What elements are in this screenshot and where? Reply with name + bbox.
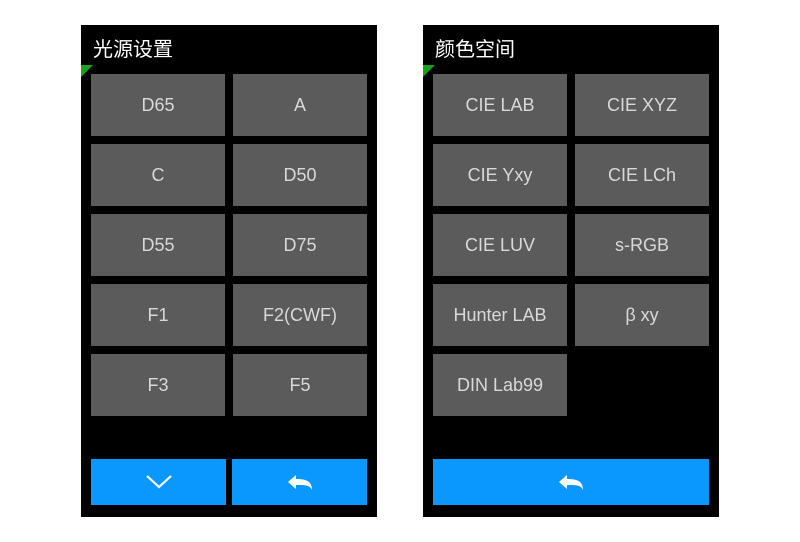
light-source-footer (81, 459, 377, 517)
panel-title: 颜色空间 (423, 25, 719, 68)
light-source-options-grid: D65 A C D50 D55 D75 F1 F2(CWF) F3 F5 (81, 68, 377, 459)
light-source-panel: 光源设置 D65 A C D50 D55 D75 F1 F2(CWF) F3 F… (81, 25, 377, 517)
option-d55[interactable]: D55 (91, 214, 225, 276)
active-corner-mark (81, 65, 93, 77)
option-cie-luv[interactable]: CIE LUV (433, 214, 567, 276)
back-arrow-icon (556, 472, 586, 492)
option-din-lab99[interactable]: DIN Lab99 (433, 354, 567, 416)
option-d75[interactable]: D75 (233, 214, 367, 276)
option-cie-yxy[interactable]: CIE Yxy (433, 144, 567, 206)
color-space-footer (423, 459, 719, 517)
chevron-down-icon (145, 474, 173, 490)
active-corner-mark (423, 65, 435, 77)
option-f3[interactable]: F3 (91, 354, 225, 416)
page-down-button[interactable] (91, 459, 226, 505)
option-d50[interactable]: D50 (233, 144, 367, 206)
option-d65[interactable]: D65 (91, 74, 225, 136)
option-f5[interactable]: F5 (233, 354, 367, 416)
option-f1[interactable]: F1 (91, 284, 225, 346)
option-cie-xyz[interactable]: CIE XYZ (575, 74, 709, 136)
option-a[interactable]: A (233, 74, 367, 136)
color-space-options-grid: CIE LAB CIE XYZ CIE Yxy CIE LCh CIE LUV … (423, 68, 719, 459)
back-arrow-icon (285, 472, 315, 492)
option-beta-xy[interactable]: β xy (575, 284, 709, 346)
back-button[interactable] (232, 459, 367, 505)
panel-title: 光源设置 (81, 25, 377, 68)
color-space-panel: 颜色空间 CIE LAB CIE XYZ CIE Yxy CIE LCh CIE… (423, 25, 719, 517)
option-c[interactable]: C (91, 144, 225, 206)
back-button[interactable] (433, 459, 709, 505)
option-cie-lch[interactable]: CIE LCh (575, 144, 709, 206)
option-f2-cwf[interactable]: F2(CWF) (233, 284, 367, 346)
option-hunter-lab[interactable]: Hunter LAB (433, 284, 567, 346)
option-cie-lab[interactable]: CIE LAB (433, 74, 567, 136)
option-s-rgb[interactable]: s-RGB (575, 214, 709, 276)
